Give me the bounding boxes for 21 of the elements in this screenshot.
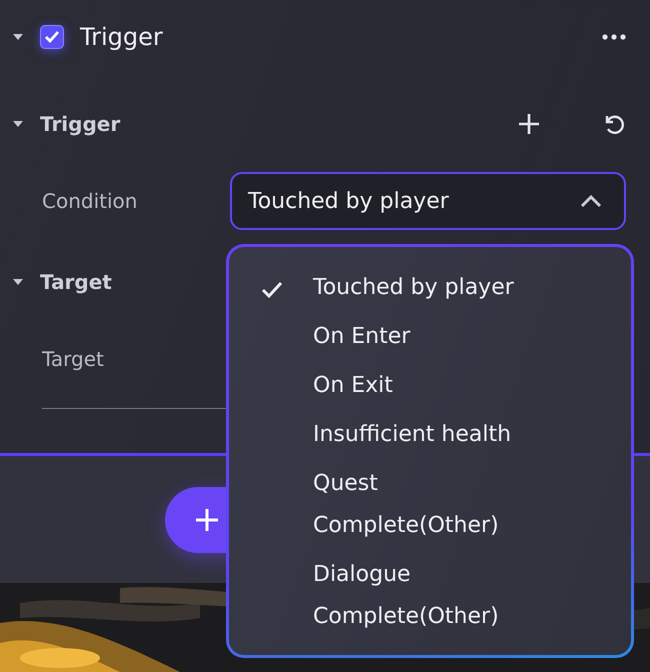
more-icon[interactable] [602,34,626,40]
dropdown-option[interactable]: Dialogue Complete(Other) [229,556,631,640]
checkbox[interactable] [40,25,64,49]
caret-icon[interactable] [12,120,24,128]
section-title: Trigger [40,112,120,136]
check-icon [44,30,60,44]
condition-select[interactable]: Touched by player [230,172,626,230]
dropdown-option[interactable]: On Enter [229,318,631,360]
section-title: Target [40,270,112,294]
add-icon[interactable] [518,113,540,135]
dropdown-option[interactable]: Touched by player [229,269,631,311]
chevron-icon [580,194,602,208]
field-label: Condition [42,189,138,213]
check-icon [261,281,283,299]
dropdown-option[interactable]: Insufficient health [229,416,631,458]
dropdown-option[interactable]: On Exit [229,367,631,409]
field-label: Target [42,347,105,371]
caret-icon[interactable] [12,278,24,286]
caret-icon[interactable] [12,33,24,41]
component-title: Trigger [80,23,163,51]
add-icon [195,508,219,532]
